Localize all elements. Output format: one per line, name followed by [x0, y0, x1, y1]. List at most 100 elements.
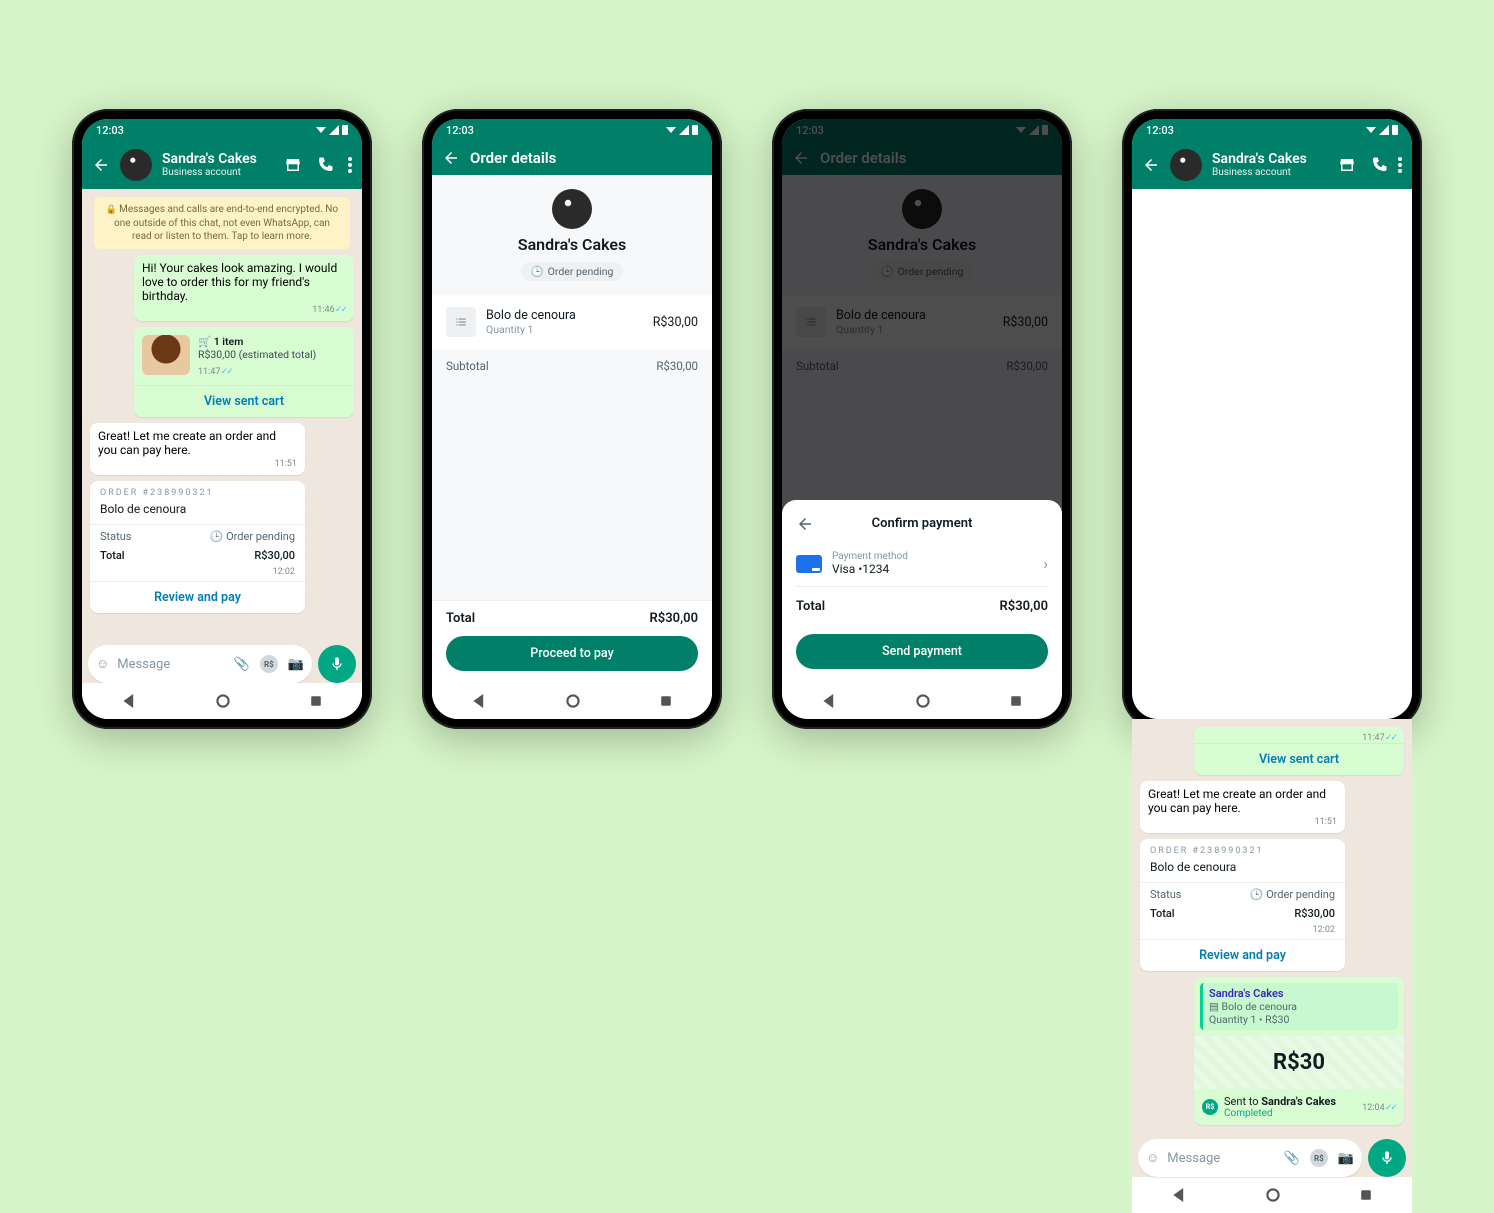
contact-name: Sandra's Cakes	[1212, 152, 1307, 167]
payment-icon[interactable]: R$	[260, 655, 278, 673]
contact-block[interactable]: Sandra's Cakes Business account	[1212, 152, 1307, 178]
payment-amount: R$30	[1194, 1036, 1404, 1089]
message-input-bar: ☺ Message 📎 R$ 📷	[1132, 1133, 1412, 1177]
contact-block[interactable]: Sandra's Cakes Business account	[162, 152, 257, 178]
phone-2: 12:03 Order details Sandra's Cakes 🕒 Ord…	[422, 109, 722, 729]
nav-recent-icon[interactable]	[1010, 695, 1022, 707]
call-icon[interactable]	[1370, 156, 1388, 174]
message-input[interactable]: ☺ Message 📎 R$ 📷	[1138, 1139, 1362, 1177]
android-nav-bar	[782, 683, 1062, 719]
back-icon[interactable]	[92, 156, 110, 174]
chat-body: 11:47 View sent cart Great! Let me creat…	[1132, 719, 1412, 1133]
confirm-total-value: R$30,00	[1000, 599, 1048, 614]
mic-button[interactable]	[1368, 1139, 1406, 1177]
nav-back-icon[interactable]	[122, 694, 136, 708]
merchant-name: Sandra's Cakes	[432, 235, 712, 254]
order-card[interactable]: ORDER #238990321 Bolo de cenoura Status …	[1140, 839, 1345, 971]
phone-4: 12:03 Sandra's Cakes Business account	[1122, 109, 1422, 729]
nav-home-icon[interactable]	[916, 694, 930, 708]
cart-card[interactable]: 🛒 1 item R$30,00 (estimated total) 11:47…	[134, 327, 354, 417]
storefront-icon[interactable]	[284, 156, 302, 174]
payment-bubble[interactable]: Sandra's Cakes ▤ Bolo de cenoura Quantit…	[1194, 977, 1404, 1125]
currency-badge-icon: R$	[1202, 1099, 1218, 1115]
nav-back-icon[interactable]	[822, 694, 836, 708]
message-time: 11:46	[142, 305, 346, 315]
contact-name: Sandra's Cakes	[162, 152, 257, 167]
battery-icon	[1392, 125, 1398, 135]
message-text: Great! Let me create an order and you ca…	[1148, 787, 1337, 815]
screen-title: Order details	[470, 150, 556, 167]
payment-status-row: R$ Sent to Sandra's Cakes Completed 12:0…	[1194, 1089, 1404, 1125]
send-payment-button[interactable]: Send payment	[796, 634, 1048, 669]
battery-icon	[342, 125, 348, 135]
call-icon[interactable]	[316, 156, 334, 174]
order-total-value: R$30,00	[1294, 907, 1335, 920]
message-input[interactable]: ☺ Message 📎 R$ 📷	[88, 645, 312, 683]
camera-icon[interactable]: 📷	[288, 657, 304, 672]
nav-back-icon[interactable]	[1172, 1188, 1186, 1202]
nav-recent-icon[interactable]	[660, 695, 672, 707]
incoming-message[interactable]: Great! Let me create an order and you ca…	[90, 423, 305, 475]
details-app-bar: Order details	[432, 141, 712, 175]
message-text: Hi! Your cakes look amazing. I would lov…	[142, 261, 346, 303]
attach-icon[interactable]: 📎	[1284, 1151, 1300, 1166]
nav-recent-icon[interactable]	[310, 695, 322, 707]
total-value: R$30,00	[650, 611, 698, 626]
incoming-message[interactable]: Great! Let me create an order and you ca…	[1140, 781, 1345, 833]
view-sent-cart-link[interactable]: View sent cart	[134, 385, 354, 417]
chat-body: Messages and calls are end-to-end encryp…	[82, 189, 362, 639]
subtotal-row: Subtotal R$30,00	[432, 349, 712, 383]
status-bar: 12:03	[1132, 119, 1412, 141]
card-icon	[796, 555, 822, 573]
payment-icon[interactable]: R$	[1310, 1149, 1328, 1167]
order-item-qty: Quantity 1	[486, 323, 576, 336]
storefront-icon[interactable]	[1338, 156, 1356, 174]
back-icon[interactable]	[1142, 156, 1160, 174]
review-and-pay-link[interactable]: Review and pay	[1140, 939, 1345, 971]
sheet-back-icon[interactable]	[796, 515, 814, 533]
emoji-icon[interactable]: ☺	[1146, 1150, 1159, 1166]
confirm-total-label: Total	[796, 599, 825, 614]
status-bar: 12:03	[432, 119, 712, 141]
order-total-label: Total	[100, 549, 125, 562]
order-item: Bolo de cenoura	[90, 498, 305, 522]
outgoing-message[interactable]: Hi! Your cakes look amazing. I would lov…	[134, 255, 354, 321]
nav-home-icon[interactable]	[566, 694, 580, 708]
input-placeholder: Message	[117, 657, 225, 672]
more-icon[interactable]	[1398, 157, 1402, 173]
contact-avatar[interactable]	[120, 149, 152, 181]
nav-home-icon[interactable]	[216, 694, 230, 708]
order-total-label: Total	[1150, 907, 1175, 920]
contact-subtitle: Business account	[1212, 167, 1307, 178]
nav-home-icon[interactable]	[1266, 1188, 1280, 1202]
status-icons	[1366, 125, 1398, 135]
order-item-row[interactable]: Bolo de cenoura Quantity 1 R$30,00	[432, 295, 712, 349]
nav-back-icon[interactable]	[472, 694, 486, 708]
signal-icon	[679, 125, 689, 135]
order-header: ORDER #238990321	[1140, 839, 1345, 856]
chevron-right-icon: ›	[1043, 554, 1048, 573]
cart-estimate: R$30,00 (estimated total)	[198, 348, 316, 361]
attach-icon[interactable]: 📎	[234, 657, 250, 672]
contact-avatar[interactable]	[1170, 149, 1202, 181]
proceed-to-pay-button[interactable]: Proceed to pay	[446, 636, 698, 671]
cart-items-label: 🛒 1 item	[198, 335, 316, 348]
mic-button[interactable]	[318, 645, 356, 683]
back-icon[interactable]	[442, 149, 460, 167]
signal-icon	[329, 125, 339, 135]
order-header: ORDER #238990321	[90, 481, 305, 498]
order-card[interactable]: ORDER #238990321 Bolo de cenoura Status …	[90, 481, 305, 613]
camera-icon[interactable]: 📷	[1338, 1151, 1354, 1166]
payment-method-row[interactable]: Payment method Visa •1234 ›	[796, 541, 1048, 587]
emoji-icon[interactable]: ☺	[96, 656, 109, 672]
view-sent-cart-link[interactable]: View sent cart	[1194, 743, 1404, 775]
encryption-notice[interactable]: Messages and calls are end-to-end encryp…	[94, 197, 350, 249]
status-time: 12:03	[96, 124, 124, 137]
cart-card-collapsed[interactable]: 11:47 View sent cart	[1194, 727, 1404, 775]
pm-label: Payment method	[832, 551, 908, 562]
confirm-payment-sheet: Confirm payment Payment method Visa •123…	[782, 500, 1062, 683]
more-icon[interactable]	[348, 157, 352, 173]
order-item-price: R$30,00	[653, 315, 698, 330]
review-and-pay-link[interactable]: Review and pay	[90, 581, 305, 613]
nav-recent-icon[interactable]	[1360, 1189, 1372, 1201]
